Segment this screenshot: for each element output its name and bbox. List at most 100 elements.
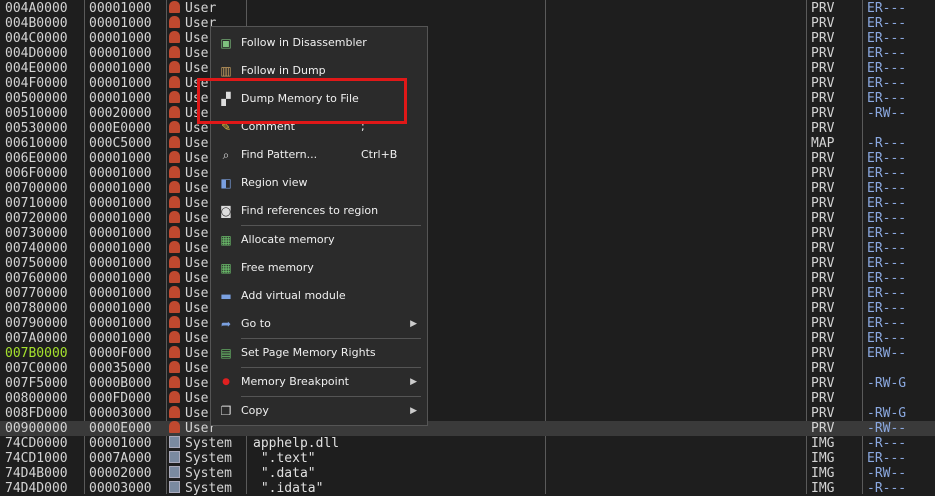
table-row[interactable]: 00610000000C5000Userume2\Windows\SMAP-R-… [0,136,935,151]
user-icon [169,256,180,268]
table-row[interactable]: 74CD0000 00001000 System apphelp.dll IMG -R--… [0,436,935,451]
memory-rights-icon: ▤ [220,346,232,360]
menu-item-label: Go to [241,317,271,330]
menu-item-copy[interactable]: ❐ Copy ▶ [211,398,427,424]
table-row[interactable]: 00900000 0000E000 User PRV -RW-- [0,421,935,436]
menu-item-follow-in-disassembler[interactable]: ▣ Follow in Disassembler [211,30,427,56]
info-cell: ".data" [253,466,316,481]
size-cell: 00001000 [89,286,152,301]
type-cell: PRV [811,106,835,121]
find-pattern-icon: ⌕ [222,148,230,162]
party-cell: System [169,466,245,481]
table-row[interactable]: 00530000 000E0000 User PRV [0,121,935,136]
size-cell: 000FD000 [89,391,152,406]
type-cell: IMG [811,451,835,466]
protection-cell: ER--- [867,286,907,301]
type-cell: MAP [811,136,835,151]
table-row[interactable]: 00500000 00001000 User PRV ER--- [0,91,935,106]
table-row[interactable]: 006E0000 00001000 User PRV ER--- [0,151,935,166]
menu-item-find-references-to-region[interactable]: ◙ Find references to region [211,198,427,224]
free-memory-icon: ▦ [220,261,232,275]
table-row[interactable]: 00720000 00001000 User PRV ER--- [0,211,935,226]
type-cell: PRV [811,31,835,46]
table-row[interactable]: 007B0000 0000F000 User PRV ERW-- [0,346,935,361]
table-row[interactable]: 00700000 00001000 User PRV ER--- [0,181,935,196]
table-row[interactable]: 007F5000 0000B000 User PRV -RW-G [0,376,935,391]
address-cell: 004A0000 [5,1,68,16]
type-cell: PRV [811,226,835,241]
menu-item-free-memory[interactable]: ▦ Free memory [211,255,427,281]
size-cell: 00001000 [89,181,152,196]
system-icon [169,436,180,448]
table-row[interactable]: 00740000 00001000 User PRV ER--- [0,241,935,256]
menu-item-add-virtual-module[interactable]: ▬ Add virtual module [211,283,427,309]
menu-item-go-to[interactable]: ➦ Go to ▶ [211,311,427,337]
system-icon [169,466,180,478]
table-row[interactable]: 004C0000 00001000 User PRV ER--- [0,31,935,46]
type-cell: PRV [811,346,835,361]
address-cell: 00750000 [5,256,68,271]
protection-cell: ER--- [867,256,907,271]
table-row[interactable]: 00780000 00001000 User PRV ER--- [0,301,935,316]
memory-map-table: 004A0000 00001000 User PRV ER--- 004B0000 0000… [0,0,935,496]
menu-item-allocate-memory[interactable]: ▦ Allocate memory [211,227,427,253]
address-cell: 00800000 [5,391,68,406]
address-cell: 00740000 [5,241,68,256]
type-cell: PRV [811,61,835,76]
type-cell: PRV [811,181,835,196]
address-cell: 007A0000 [5,331,68,346]
table-row[interactable]: 004D0000 00001000 User PRV ER--- [0,46,935,61]
table-row[interactable]: 00750000 00001000 User PRV ER--- [0,256,935,271]
type-cell: PRV [811,46,835,61]
table-row[interactable]: 00710000 00001000 User PRV ER--- [0,196,935,211]
submenu-arrow-icon: ▶ [410,319,417,329]
address-cell: 004E0000 [5,61,68,76]
table-row[interactable]: 74CD1000 0007A000 System ".text" IMG ER--- [0,451,935,466]
menu-item-memory-breakpoint[interactable]: ● Memory Breakpoint ▶ [211,369,427,395]
table-row[interactable]: 004E0000 00001000 User PRV ER--- [0,61,935,76]
menu-item-region-view[interactable]: ◧ Region view [211,170,427,196]
table-row[interactable]: 00790000 00001000 User PRV ER--- [0,316,935,331]
user-icon [169,91,180,103]
user-icon [169,211,180,223]
table-row[interactable]: 74D4B000 00002000 System ".data" IMG -RW-- [0,466,935,481]
table-row[interactable]: 004A0000 00001000 User PRV ER--- [0,1,935,16]
table-row[interactable]: 007C0000 00035000 User PRV [0,361,935,376]
type-cell: PRV [811,16,835,31]
allocate-memory-icon: ▦ [220,233,232,247]
size-cell: 000C5000 [89,136,152,151]
type-cell: PRV [811,421,835,436]
user-icon [169,241,180,253]
menu-item-find-pattern[interactable]: ⌕ Find Pattern... Ctrl+B [211,142,427,168]
table-row[interactable]: 007A0000 00001000 User PRV ER--- [0,331,935,346]
party-label: User [185,1,217,16]
protection-cell: ER--- [867,451,907,466]
size-cell: 00001000 [89,76,152,91]
size-cell: 0007A000 [89,451,152,466]
size-cell: 00002000 [89,466,152,481]
info-cell: ".text" [253,451,316,466]
table-row[interactable]: 00510000 00020000 User PRV -RW-- [0,106,935,121]
address-cell: 00900000 [5,421,68,436]
size-cell: 00001000 [89,256,152,271]
table-row[interactable]: 00760000 00001000 User PRV ER--- [0,271,935,286]
table-row[interactable]: 006F0000 00001000 User PRV ER--- [0,166,935,181]
type-cell: PRV [811,76,835,91]
table-row[interactable]: 004B0000 00001000 User PRV ER--- [0,16,935,31]
protection-cell: -R--- [867,436,907,451]
table-row[interactable]: 00730000 00001000 User PRV ER--- [0,226,935,241]
user-icon [169,286,180,298]
table-row[interactable]: 00800000 000FD000 User PRV [0,391,935,406]
size-cell: 0000F000 [89,346,152,361]
binoculars-icon: ◙ [220,204,232,218]
table-row[interactable]: 00770000 00001000 User PRV ER--- [0,286,935,301]
table-row[interactable]: 004F0000 00001000 User PRV ER--- [0,76,935,91]
address-cell: 006E0000 [5,151,68,166]
table-row[interactable]: 008FD000 00003000 User PRV -RW-G [0,406,935,421]
protection-cell: -RW-G [867,406,907,421]
user-icon [169,406,180,418]
size-cell: 00001000 [89,31,152,46]
party-cell: System [169,436,245,451]
menu-item-set-page-memory-rights[interactable]: ▤ Set Page Memory Rights [211,340,427,366]
info-cell [253,1,803,16]
